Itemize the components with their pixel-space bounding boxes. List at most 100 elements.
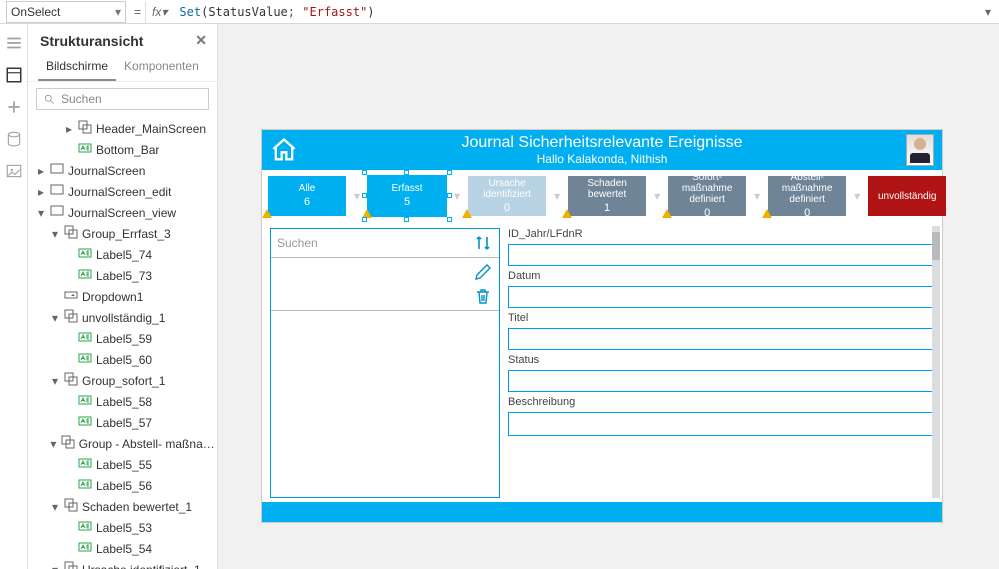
tree-item[interactable]: Dropdown1 [32,286,217,307]
tree-item[interactable]: ▾ Ursache identifiziert_1 [32,559,217,569]
chevron-down-icon[interactable]: ▾ [977,5,999,19]
tree-item[interactable]: Label5_58 [32,391,217,412]
media-icon[interactable] [5,162,23,180]
status-unvollstaendig[interactable]: unvollständig [868,176,946,216]
close-icon[interactable]: ✕ [195,32,207,49]
tab-screens[interactable]: Bildschirme [38,53,116,81]
list-search-input[interactable]: Suchen [277,236,318,250]
tree-item[interactable]: Label5_74 [32,244,217,265]
tree-view-panel: Strukturansicht ✕ Bildschirme Komponente… [28,24,218,569]
tree-item[interactable]: Label5_55 [32,454,217,475]
edit-icon[interactable] [473,262,493,282]
field-input-id[interactable] [508,244,934,266]
data-icon[interactable] [5,130,23,148]
tree-item[interactable]: Label5_59 [32,328,217,349]
left-rail [0,24,28,569]
status-erfasst[interactable]: Erfasst 5 [368,176,446,216]
tree-item-label: Label5_58 [96,395,152,409]
tree-item-type-icon [64,225,78,242]
tree-item-label: Label5_57 [96,416,152,430]
tree-item-type-icon [64,498,78,515]
tree-twisty-icon[interactable]: ▾ [50,227,60,241]
property-selector[interactable]: OnSelect ▾ [6,1,126,23]
field-label-status: Status [508,354,934,366]
chevron-down-icon: ▾ [654,189,660,203]
warning-icon [362,209,372,218]
field-label-datum: Datum [508,270,934,282]
scrollbar[interactable] [932,226,940,498]
tree-search-input[interactable]: Suchen [36,88,209,110]
tree-item[interactable]: ▾JournalScreen_view [32,202,217,223]
field-label-titel: Titel [508,312,934,324]
tree-item-label: Group_Errfast_3 [82,227,171,241]
property-selector-value: OnSelect [11,5,60,19]
tree-item[interactable]: ▸ JournalScreen [32,160,217,181]
field-input-datum[interactable] [508,286,934,308]
trash-icon[interactable] [473,286,493,306]
tree-twisty-icon[interactable]: ▾ [50,374,60,388]
tree-twisty-icon[interactable]: ▾ [50,437,57,451]
tree-item[interactable]: ▾Group - Abstell- maßnahme definiert_1 [32,433,217,454]
tree-item-label: JournalScreen [68,164,145,178]
canvas[interactable]: Journal Sicherheitsrelevante Ereignisse … [218,24,999,569]
tree-item[interactable]: Label5_53 [32,517,217,538]
tree-item-type-icon [78,267,92,284]
field-input-status[interactable] [508,370,934,392]
plus-icon[interactable] [5,98,23,116]
field-input-beschreibung[interactable] [508,412,934,436]
tree-twisty-icon[interactable]: ▸ [64,122,74,136]
status-schaden[interactable]: Schaden bewertet 1 [568,176,646,216]
equals-sign: = [130,5,145,19]
tree-item[interactable]: Label5_73 [32,265,217,286]
tree-item[interactable]: ▾Schaden bewertet_1 [32,496,217,517]
tree-item[interactable]: Bottom_Bar [32,139,217,160]
fx-icon[interactable]: fx ▾ [145,1,173,23]
status-ursache[interactable]: Ursache identifiziert 0 [468,176,546,216]
tree-twisty-icon[interactable]: ▾ [50,563,60,569]
tree-item-label: Label5_53 [96,521,152,535]
formula-bar: OnSelect ▾ = fx ▾ Set(StatusValue; "Erfa… [0,0,999,24]
status-alle[interactable]: Alle 6 [268,176,346,216]
tab-components[interactable]: Komponenten [116,53,207,81]
tree-view-title: Strukturansicht [40,33,143,49]
tree-item[interactable]: ▸JournalScreen_edit [32,181,217,202]
app-preview: Journal Sicherheitsrelevante Ereignisse … [262,130,942,522]
tree-item[interactable]: ▾ unvollständig_1 [32,307,217,328]
scrollbar-thumb[interactable] [932,232,940,260]
app-title: Journal Sicherheitsrelevante Ereignisse [298,134,906,152]
status-sofort[interactable]: Sofort-maßnahme definiert 0 [668,176,746,216]
tree-item-type-icon [78,540,92,557]
field-label-beschreibung: Beschreibung [508,396,934,408]
tree-item[interactable]: ▸Header_MainScreen [32,118,217,139]
tree-item-label: Ursache identifiziert_1 [82,563,201,569]
field-input-titel[interactable] [508,328,934,350]
tree-item[interactable]: Label5_60 [32,349,217,370]
warning-icon [262,209,272,218]
tree-twisty-icon[interactable]: ▾ [50,311,60,325]
tree-item[interactable]: Label5_54 [32,538,217,559]
chevron-down-icon: ▾ [854,189,860,203]
hamburger-icon[interactable] [5,34,23,52]
avatar[interactable] [906,134,934,166]
tree-twisty-icon[interactable]: ▾ [36,206,46,220]
tree-item-type-icon [78,393,92,410]
tree-twisty-icon[interactable]: ▾ [50,500,60,514]
status-filter-row: Alle 6 ▾ Erfasst 5 ▾ [262,170,942,222]
tree-item[interactable]: Label5_57 [32,412,217,433]
home-icon[interactable] [270,136,298,164]
sort-icon[interactable] [473,233,493,253]
tree-item-type-icon [61,435,75,452]
tree-item-label: Label5_56 [96,479,152,493]
tree-item[interactable]: ▾ Group_Errfast_3 [32,223,217,244]
tree-item[interactable]: ▾Group_sofort_1 [32,370,217,391]
tree-item-label: Dropdown1 [82,290,143,304]
formula-input[interactable]: Set(StatusValue; "Erfasst") [173,2,977,22]
tree-twisty-icon[interactable]: ▸ [36,164,46,178]
tree-item-label: unvollständig_1 [82,311,165,325]
status-abstell[interactable]: Abstell-maßnahme definiert 0 [768,176,846,216]
tree-item[interactable]: Label5_56 [32,475,217,496]
tree-view-icon[interactable] [5,66,23,84]
tree-item-type-icon [78,519,92,536]
tree-twisty-icon[interactable]: ▸ [36,185,46,199]
tree-items-list: ▸Header_MainScreenBottom_Bar▸JournalScre… [28,116,217,569]
